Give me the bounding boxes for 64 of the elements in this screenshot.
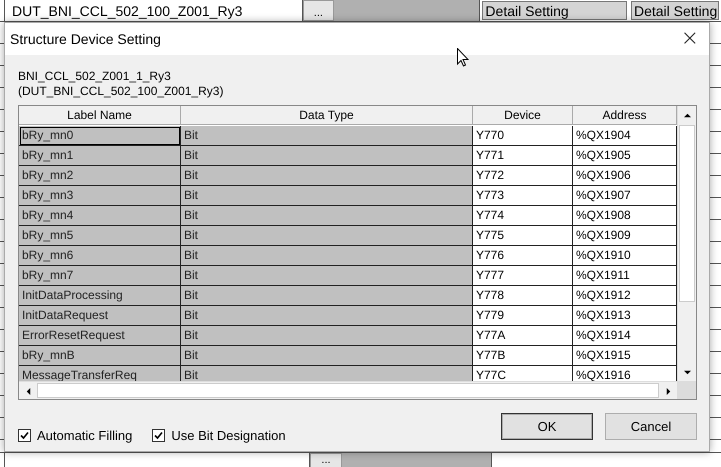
vertical-scrollbar[interactable] xyxy=(677,106,696,381)
checkbox-label[interactable]: Automatic Filling xyxy=(37,428,132,443)
structure-type: (DUT_BNI_CCL_502_100_Z001_Ry3) xyxy=(18,84,224,99)
scroll-down-icon[interactable] xyxy=(684,368,690,376)
table-cell[interactable]: InitDataRequest xyxy=(19,306,181,326)
cancel-button[interactable]: Cancel xyxy=(605,413,697,440)
table-cell[interactable]: bRy_mn2 xyxy=(19,166,181,186)
table-cell[interactable]: Y776 xyxy=(473,246,573,266)
table-cell[interactable]: Y77B xyxy=(473,346,573,366)
table-cell[interactable]: ErrorResetRequest xyxy=(19,326,181,346)
table-cell[interactable]: Y773 xyxy=(473,186,573,206)
table-cell: Bit xyxy=(181,246,473,266)
scroll-up-icon[interactable] xyxy=(684,112,690,118)
table-cell[interactable]: bRy_mn6 xyxy=(19,246,181,266)
table-cell: Bit xyxy=(181,146,473,166)
table-cell[interactable]: Y772 xyxy=(473,166,573,186)
table-cell: Bit xyxy=(181,186,473,206)
table-cell: Bit xyxy=(181,206,473,226)
table-cell: Bit xyxy=(181,366,473,381)
column-header[interactable]: Address xyxy=(573,106,677,125)
browse-button[interactable]: ... xyxy=(310,453,342,467)
horizontal-scrollbar[interactable] xyxy=(19,381,677,399)
column-header[interactable]: Label Name xyxy=(19,106,181,125)
structure-name: BNI_CCL_502_Z001_1_Ry3 xyxy=(18,69,172,84)
window-title: Structure Device Setting xyxy=(10,31,161,47)
scroll-left-icon[interactable] xyxy=(24,388,32,394)
table-cell[interactable]: bRy_mn7 xyxy=(19,266,181,286)
table-cell[interactable]: bRy_mnB xyxy=(19,346,181,366)
table-cell[interactable]: Y77A xyxy=(473,326,573,346)
table-cell[interactable]: Y777 xyxy=(473,266,573,286)
table-cell: Bit xyxy=(181,306,473,326)
column-header[interactable]: Device xyxy=(473,106,573,125)
table-cell: Bit xyxy=(181,286,473,306)
checkbox-label[interactable]: Use Bit Designation xyxy=(171,428,286,443)
table-cell[interactable]: Y779 xyxy=(473,306,573,326)
table-cell[interactable]: Y778 xyxy=(473,286,573,306)
scroll-thumb[interactable] xyxy=(679,125,695,302)
table-cell[interactable]: Y775 xyxy=(473,226,573,246)
table-cell[interactable]: bRy_mn5 xyxy=(19,226,181,246)
table-cell: Bit xyxy=(181,226,473,246)
ok-button[interactable]: OK xyxy=(501,413,593,440)
scroll-thumb[interactable] xyxy=(37,383,659,398)
checkbox[interactable] xyxy=(152,429,166,442)
detail-setting-button[interactable]: Detail Setting xyxy=(630,1,719,20)
table-cell[interactable]: bRy_mn4 xyxy=(19,206,181,226)
table-cell[interactable]: bRy_mn3 xyxy=(19,186,181,206)
scrollbar-corner xyxy=(677,381,696,399)
table-cell: Bit xyxy=(181,346,473,366)
table-cell[interactable]: Y770 xyxy=(473,126,573,146)
close-button[interactable]: × xyxy=(680,29,699,49)
table-cell[interactable]: bRy_mn1 xyxy=(19,146,181,166)
table-cell: Bit xyxy=(181,266,473,286)
checkbox[interactable] xyxy=(18,429,31,442)
column-header[interactable]: Data Type xyxy=(181,106,473,125)
table-cell: Bit xyxy=(181,166,473,186)
table-cell: Bit xyxy=(181,326,473,346)
table-cell[interactable]: Y771 xyxy=(473,146,573,166)
browse-button[interactable]: ... xyxy=(302,0,334,21)
scroll-right-icon[interactable] xyxy=(664,388,672,394)
table-cell[interactable]: InitDataProcessing xyxy=(19,286,181,306)
detail-setting-button[interactable]: Detail Setting xyxy=(482,1,627,20)
table-cell[interactable]: Y774 xyxy=(473,206,573,226)
table-cell: Bit xyxy=(181,126,473,146)
table-cell[interactable]: bRy_mn0 xyxy=(19,126,181,146)
